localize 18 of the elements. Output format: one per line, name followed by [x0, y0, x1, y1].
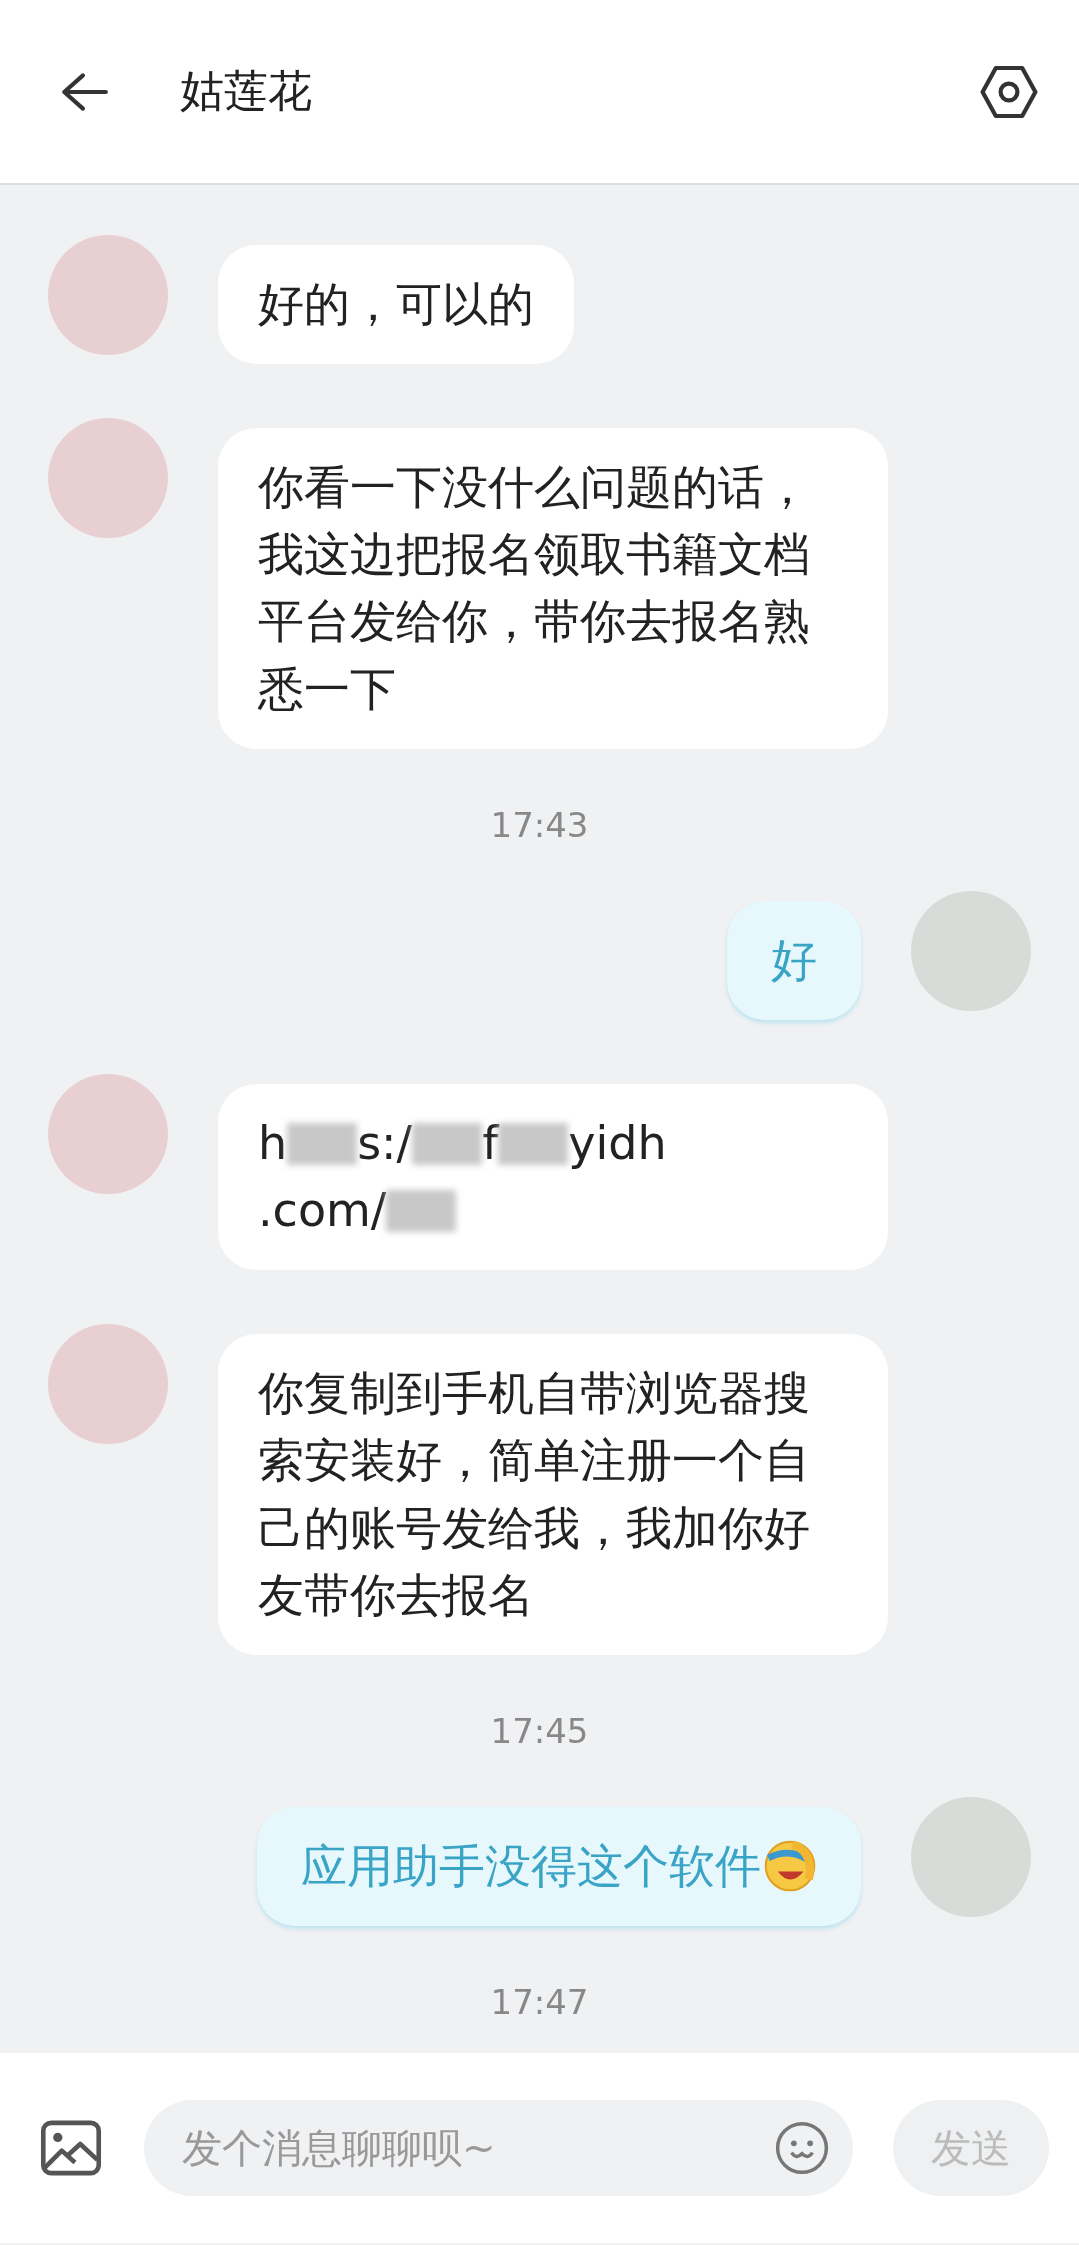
blurred-area	[498, 1122, 569, 1165]
chat-title: 姑莲花	[180, 64, 313, 118]
timestamp: 17:45	[490, 1710, 589, 1751]
message-bubble: 应用助手没得这个软件	[257, 1806, 861, 1927]
message-field[interactable]: 发个消息聊聊呗~	[144, 2100, 853, 2196]
timestamp: 17:43	[490, 804, 589, 845]
message-bubble: 你看一下没什么问题的话，我这边把报名领取书籍文档平台发给你，带你去报名熟悉一下	[218, 428, 888, 749]
message-bubble: 好	[727, 900, 861, 1020]
blurred-area	[412, 1122, 483, 1165]
timestamp: 17:47	[490, 1982, 589, 2023]
message-input[interactable]: 发个消息聊聊呗~	[180, 2124, 773, 2172]
blurred-area	[287, 1122, 358, 1165]
message-bubble: 好的，可以的	[218, 245, 574, 365]
smiley-icon[interactable]	[773, 2119, 831, 2177]
link-message-bubble[interactable]: h s:/ f yidh .com/	[218, 1083, 888, 1271]
blurred-area	[386, 1189, 457, 1232]
message-bubble: 你复制到手机自带浏览器搜索安装好，简单注册一个自己的账号发给我，我加你好友带你去报名	[218, 1334, 888, 1655]
laughing-face-icon	[763, 1839, 817, 1894]
